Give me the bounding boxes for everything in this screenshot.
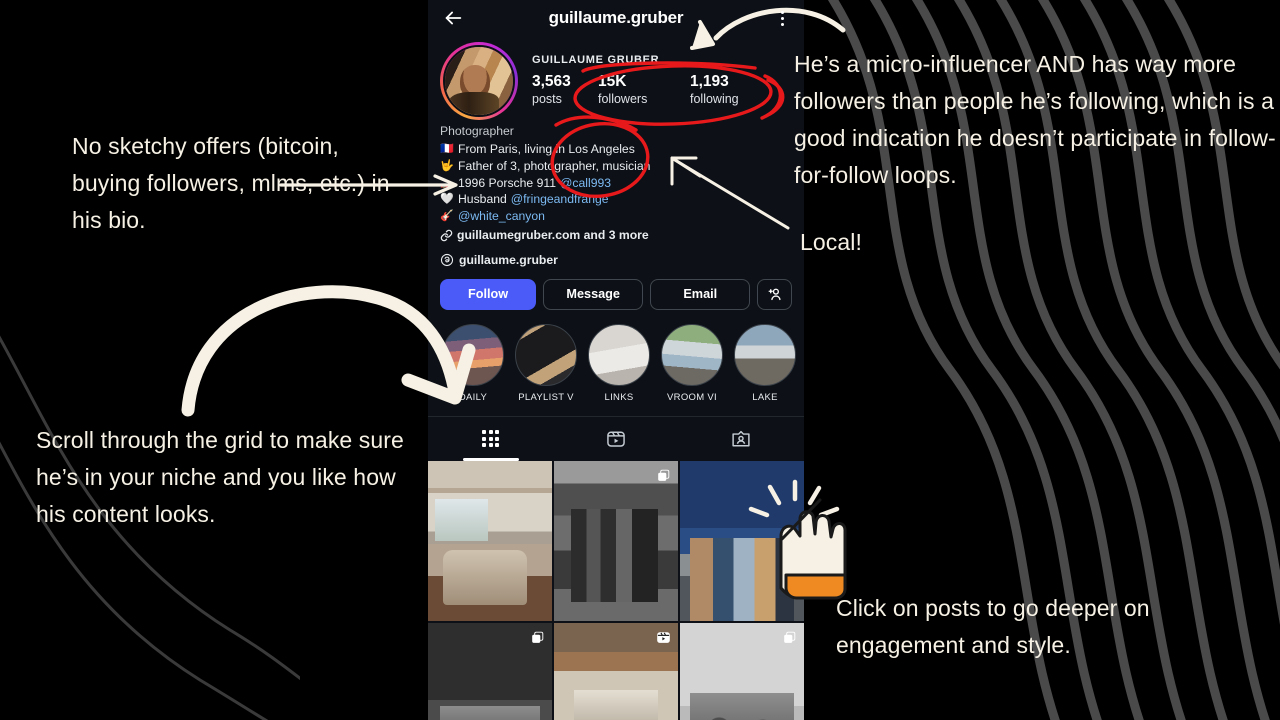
bio-line: 🤟 Father of 3, photographer, musician	[440, 158, 792, 175]
annotation-scroll-grid: Scroll through the grid to make sure he’…	[36, 427, 404, 527]
highlight-thumbnail	[588, 323, 650, 386]
highlight-item[interactable]: PLAYLIST V	[515, 323, 577, 403]
email-button[interactable]: Email	[650, 278, 751, 310]
threads-handle: guillaume.gruber	[459, 252, 558, 267]
highlight-thumbnail	[515, 323, 577, 386]
stat-followers-value: 15K	[598, 73, 627, 90]
add-person-icon	[768, 288, 781, 300]
threads-icon	[440, 253, 454, 266]
instagram-profile-panel: guillaume.gruber GUILLAUME GRUBER 3,563 …	[428, 0, 804, 720]
flag-france-icon: 🇫🇷	[440, 143, 454, 155]
carousel-badge-icon	[784, 631, 796, 643]
message-button[interactable]: Message	[543, 278, 644, 310]
rock-hand-icon: 🤟	[440, 159, 454, 172]
bio-mention-link[interactable]: @white_canyon	[458, 208, 545, 225]
story-highlights-row: DAILY PLAYLIST V LINKS VROOM VI LAKE	[428, 310, 804, 403]
website-row[interactable]: guillaumegruber.com and 3 more	[440, 227, 792, 244]
stat-following[interactable]: 1,193 following	[690, 73, 782, 107]
bio-line-text: From Paris, living in Los Angeles	[458, 142, 635, 156]
profile-summary: GUILLAUME GRUBER 3,563 posts 15K followe…	[428, 36, 804, 120]
tab-tagged[interactable]	[679, 417, 804, 461]
annotation-local: Local!	[800, 229, 862, 255]
highlight-item[interactable]: DAILY	[442, 323, 504, 403]
tab-reels[interactable]	[553, 417, 678, 461]
highlight-thumbnail	[442, 323, 504, 386]
highlight-label: DAILY	[458, 391, 488, 403]
phone-header: guillaume.gruber	[428, 0, 804, 36]
highlight-thumbnail	[734, 323, 796, 386]
table-row[interactable]	[554, 622, 678, 720]
highlight-label: LINKS	[604, 391, 634, 403]
stat-posts[interactable]: 3,563 posts	[532, 73, 598, 107]
table-row[interactable]	[680, 622, 804, 720]
highlight-item[interactable]: LINKS	[588, 323, 650, 403]
bio-block: Photographer 🇫🇷 From Paris, living in Lo…	[428, 120, 804, 244]
bio-line: 🤍 Husband @fringeandfrange	[440, 191, 792, 208]
highlight-item[interactable]: LAKE	[734, 323, 796, 403]
arrow-to-highlights	[181, 285, 476, 417]
bio-line-text: Husband	[458, 192, 507, 207]
stat-posts-label: posts	[532, 91, 562, 106]
add-person-button[interactable]	[757, 278, 792, 310]
grid-icon	[482, 430, 500, 448]
bio-line: 🇫🇷 From Paris, living in Los Angeles	[440, 141, 792, 158]
table-row[interactable]	[428, 460, 552, 621]
bio-line-text: 1996 Porsche 911	[458, 175, 557, 190]
reels-icon	[607, 431, 625, 447]
table-row[interactable]	[554, 460, 678, 621]
avatar[interactable]	[440, 42, 518, 120]
follow-button[interactable]: Follow	[440, 278, 537, 310]
bio-line-text: Father of 3, photographer, musician	[458, 158, 651, 173]
reel-badge-icon	[657, 631, 670, 643]
bio-mention-link[interactable]: @fringeandfrange	[511, 191, 609, 208]
carousel-badge-icon	[658, 469, 670, 481]
guitar-icon: 🎸	[440, 210, 454, 223]
bio-mention-link[interactable]: @call993	[560, 175, 611, 192]
stat-following-label: following	[690, 91, 739, 106]
highlight-label: PLAYLIST V	[518, 391, 574, 403]
annotation-click-posts: Click on posts to go deeper on engagemen…	[836, 595, 1150, 658]
tagged-icon	[732, 430, 750, 447]
back-arrow-icon[interactable]	[442, 7, 464, 29]
highlight-label: VROOM VI	[667, 391, 717, 403]
link-chain-icon	[440, 229, 453, 242]
stat-followers[interactable]: 15K followers	[598, 73, 690, 107]
stat-posts-value: 3,563	[532, 73, 571, 90]
threads-row[interactable]: guillaume.gruber	[428, 244, 804, 267]
annotation-micro-influencer: He’s a micro-influencer AND has way more…	[794, 51, 1276, 188]
highlight-item[interactable]: VROOM VI	[661, 323, 723, 403]
carousel-badge-icon	[532, 631, 544, 643]
slide-canvas: guillaume.gruber GUILLAUME GRUBER 3,563 …	[0, 0, 1280, 720]
highlight-thumbnail	[661, 323, 723, 386]
post-grid	[428, 460, 804, 720]
table-row[interactable]	[428, 622, 552, 720]
profile-action-buttons: Follow Message Email	[428, 267, 804, 310]
stat-following-value: 1,193	[690, 73, 729, 90]
white-heart-icon: 🤍	[440, 193, 454, 206]
tab-grid[interactable]	[428, 417, 553, 461]
race-car-icon: 🏎️	[440, 176, 454, 189]
stat-followers-label: followers	[598, 91, 648, 106]
table-row[interactable]	[680, 460, 804, 621]
bio-line: 🏎️ 1996 Porsche 911 @call993	[440, 175, 792, 192]
kebab-menu-icon[interactable]	[774, 8, 790, 28]
profile-tab-bar	[428, 415, 804, 461]
annotation-no-sketchy-offers: No sketchy offers (bitcoin, buying follo…	[72, 133, 390, 233]
bio-line: 🎸 @white_canyon	[440, 208, 792, 225]
bio-category: Photographer	[440, 124, 514, 138]
highlight-label: LAKE	[752, 391, 778, 403]
stats-row: 3,563 posts 15K followers 1,193 followin…	[532, 73, 794, 107]
page-title: guillaume.gruber	[548, 8, 684, 27]
website-link[interactable]: guillaumegruber.com and 3 more	[457, 227, 649, 244]
display-name: GUILLAUME GRUBER	[532, 54, 660, 66]
